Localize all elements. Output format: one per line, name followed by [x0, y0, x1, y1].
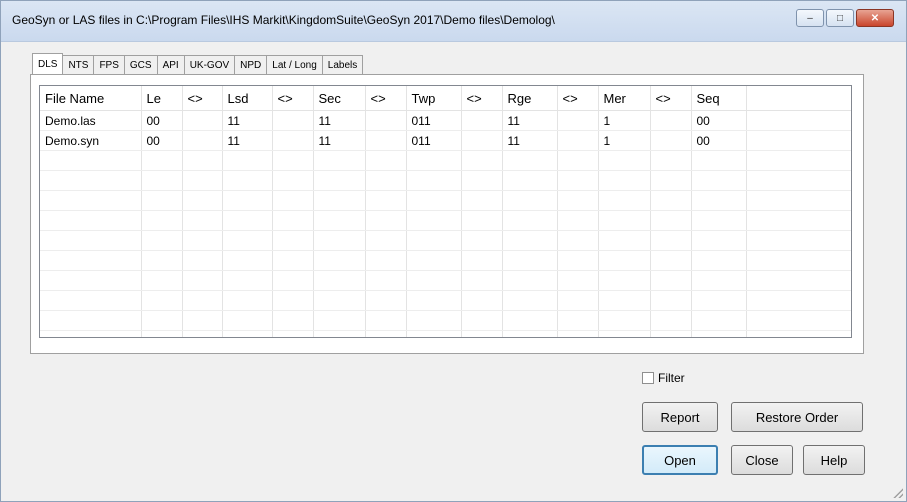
tab-strip: DLS NTS FPS GCS API UK-GOV NPD Lat / Lon… [32, 53, 364, 74]
tab-labels[interactable]: Labels [321, 55, 364, 74]
empty-row [40, 310, 851, 331]
column-header-swap-2[interactable]: <> [272, 86, 314, 111]
cell-empty [461, 130, 503, 151]
tab-uk-gov[interactable]: UK-GOV [183, 55, 236, 74]
minimize-icon: – [807, 12, 813, 24]
empty-row [40, 250, 851, 271]
tab-lat-long[interactable]: Lat / Long [266, 55, 323, 74]
column-header-swap-4[interactable]: <> [461, 86, 503, 111]
table-row[interactable]: Demo.las 00 11 11 011 11 1 00 [40, 110, 851, 131]
header-row: File Name Le <> Lsd <> Sec <> Twp <> Rge… [40, 86, 851, 111]
empty-row [40, 210, 851, 231]
filter-label: Filter [658, 371, 685, 385]
empty-row [40, 270, 851, 291]
column-header-swap-3[interactable]: <> [365, 86, 407, 111]
filter-option[interactable]: Filter [642, 371, 685, 385]
table-row[interactable]: Demo.syn 00 11 11 011 11 1 00 [40, 130, 851, 151]
column-header-rge[interactable]: Rge [502, 86, 558, 111]
cell-empty [182, 110, 223, 131]
column-header-mer[interactable]: Mer [598, 86, 651, 111]
close-icon: ✕ [870, 12, 880, 24]
cell-seq: 00 [691, 110, 747, 131]
column-header-sec[interactable]: Sec [313, 86, 366, 111]
cell-rge: 11 [502, 110, 558, 131]
column-header-swap-6[interactable]: <> [650, 86, 692, 111]
cell-lsd: 11 [222, 110, 273, 131]
file-table: File Name Le <> Lsd <> Sec <> Twp <> Rge… [40, 86, 851, 337]
report-button[interactable]: Report [642, 402, 718, 432]
cell-empty [650, 130, 692, 151]
cell-seq: 00 [691, 130, 747, 151]
cell-empty [557, 110, 599, 131]
open-button[interactable]: Open [642, 445, 718, 475]
cell-empty [461, 110, 503, 131]
cell-file-name: Demo.syn [40, 130, 142, 151]
cell-rge: 11 [502, 130, 558, 151]
column-header-file-name[interactable]: File Name [40, 86, 142, 111]
cell-twp: 011 [406, 130, 462, 151]
column-header-twp[interactable]: Twp [406, 86, 462, 111]
file-list-grid[interactable]: File Name Le <> Lsd <> Sec <> Twp <> Rge… [39, 85, 852, 338]
tab-dls[interactable]: DLS [32, 53, 64, 74]
cell-empty [650, 110, 692, 131]
cell-empty [182, 130, 223, 151]
cell-empty [272, 110, 314, 131]
tab-npd[interactable]: NPD [234, 55, 268, 74]
cell-sec: 11 [313, 110, 366, 131]
cell-twp: 011 [406, 110, 462, 131]
resize-grip[interactable] [893, 488, 903, 498]
cell-empty [365, 130, 407, 151]
restore-order-button[interactable]: Restore Order [731, 402, 863, 432]
column-header-le[interactable]: Le [141, 86, 183, 111]
cell-empty [746, 110, 851, 131]
tab-nts[interactable]: NTS [62, 55, 95, 74]
cell-lsd: 11 [222, 130, 273, 151]
help-button[interactable]: Help [803, 445, 865, 475]
tab-fps[interactable]: FPS [93, 55, 125, 74]
column-header-swap-1[interactable]: <> [182, 86, 223, 111]
dls-tab-panel: File Name Le <> Lsd <> Sec <> Twp <> Rge… [30, 74, 864, 354]
cell-file-name: Demo.las [40, 110, 142, 131]
column-header-seq[interactable]: Seq [691, 86, 747, 111]
window-title: GeoSyn or LAS files in C:\Program Files\… [12, 13, 555, 27]
empty-row [40, 150, 851, 171]
column-header-empty [746, 86, 851, 111]
cell-empty [272, 130, 314, 151]
filter-checkbox[interactable] [642, 372, 654, 384]
cell-empty [557, 130, 599, 151]
maximize-button[interactable]: □ [826, 9, 854, 27]
empty-row [40, 190, 851, 211]
close-window-button[interactable]: ✕ [856, 9, 894, 27]
cell-le: 00 [141, 110, 183, 131]
dialog-window: GeoSyn or LAS files in C:\Program Files\… [0, 0, 907, 502]
column-header-lsd[interactable]: Lsd [222, 86, 273, 111]
minimize-button[interactable]: – [796, 9, 824, 27]
cell-mer: 1 [598, 110, 651, 131]
column-header-swap-5[interactable]: <> [557, 86, 599, 111]
empty-row [40, 170, 851, 191]
empty-row [40, 330, 851, 337]
cell-empty [365, 110, 407, 131]
maximize-icon: □ [836, 12, 844, 24]
tab-api[interactable]: API [156, 55, 185, 74]
empty-row [40, 290, 851, 311]
window-controls: – □ ✕ [796, 9, 894, 27]
cell-empty [746, 130, 851, 151]
title-bar[interactable]: GeoSyn or LAS files in C:\Program Files\… [1, 1, 906, 42]
cell-mer: 1 [598, 130, 651, 151]
close-button[interactable]: Close [731, 445, 793, 475]
cell-le: 00 [141, 130, 183, 151]
empty-row [40, 230, 851, 251]
tab-gcs[interactable]: GCS [123, 55, 158, 74]
cell-sec: 11 [313, 130, 366, 151]
